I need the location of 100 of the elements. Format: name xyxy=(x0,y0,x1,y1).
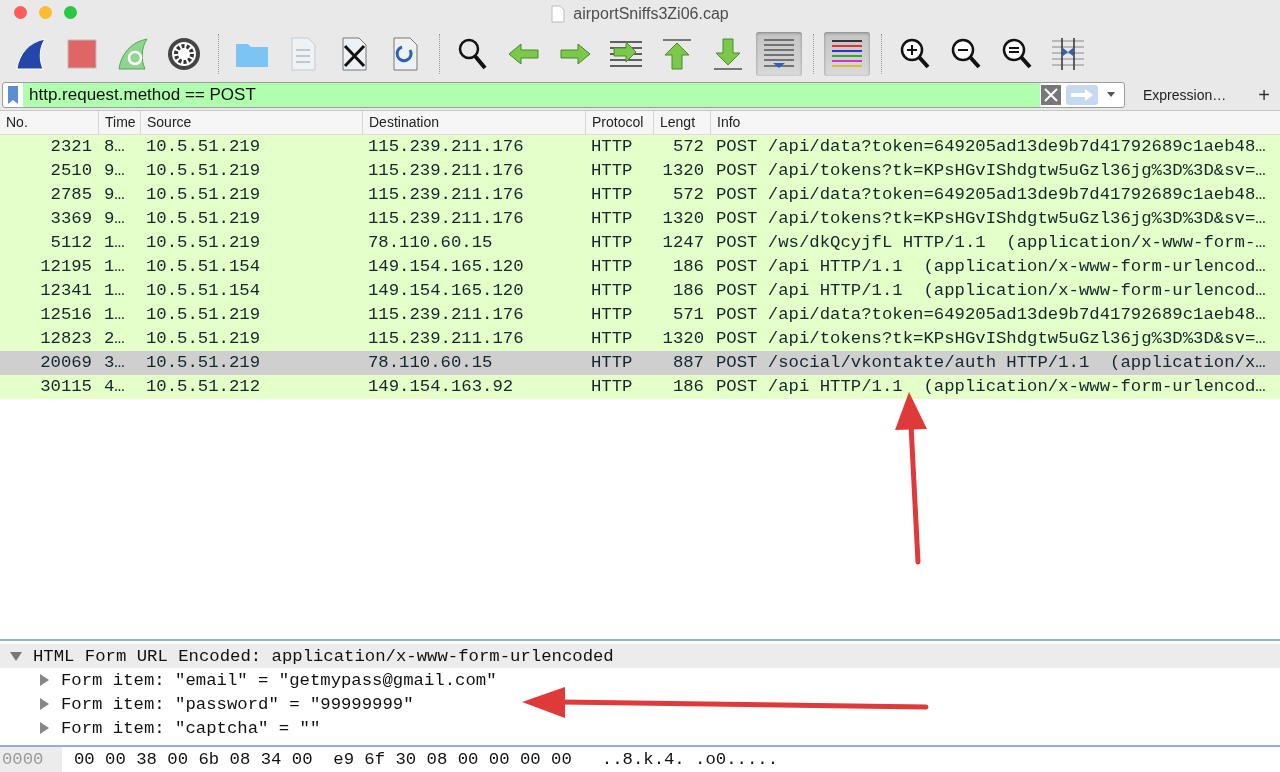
table-cell-text: POST /api/data?token=649205ad13de9b7d41792689c1aeb48… xyxy=(715,184,1267,206)
table-cell-text: 115.239.211.176 xyxy=(367,208,525,230)
packet-row[interactable]: 20069 3… 10.5.51.219 78.110.60.15 HTTP 887 POST /social/vkontakte/auth HTTP/1.1 (application/x… xyxy=(0,351,1280,375)
column-header[interactable]: Lengt xyxy=(653,111,710,134)
packet-row[interactable]: 2785 9… 10.5.51.219 115.239.211.176 HTTP 572 POST /api/data?token=649205ad13de9b7d41792689c1aeb48… xyxy=(0,183,1280,207)
expand-triangle-icon[interactable] xyxy=(38,698,50,710)
table-cell-text: 3… xyxy=(103,352,126,374)
table-cell-text: HTTP xyxy=(590,136,634,158)
table-cell-text: 10.5.51.219 xyxy=(145,304,262,326)
toolbar-button[interactable] xyxy=(824,32,870,76)
table-cell-text: 149.154.165.120 xyxy=(367,256,525,278)
table-cell-text: 887 xyxy=(671,352,705,374)
column-header[interactable]: No. xyxy=(0,111,98,134)
expression-button[interactable]: Expression… xyxy=(1139,85,1231,105)
table-cell-text: 1… xyxy=(103,232,126,254)
table-cell-text: POST /social/vkontakte/auth HTTP/1.1 (application/x… xyxy=(715,352,1267,374)
table-cell-text: 10.5.51.219 xyxy=(145,208,262,230)
table-cell-text: 12341 xyxy=(39,280,93,302)
hex-bytes: 00 00 38 00 6b 08 34 00 e9 6f 30 08 00 00 00 00 xyxy=(74,750,572,769)
table-cell-text: HTTP xyxy=(590,256,634,278)
packet-row[interactable]: 12195 1… 10.5.51.154 149.154.165.120 HTTP 186 POST /api HTTP/1.1 (application/x-www-form-urlencod… xyxy=(0,255,1280,279)
table-cell-text: 1247 xyxy=(661,232,705,254)
table-cell-text: 3369 xyxy=(49,208,93,230)
table-cell-text: 1… xyxy=(103,256,126,278)
table-cell-text: 186 xyxy=(671,376,705,398)
table-cell-text: 149.154.163.92 xyxy=(367,376,515,398)
table-cell-text: 572 xyxy=(671,184,705,206)
tree-row[interactable]: Form item: "email" = "getmypass@gmail.com" xyxy=(0,668,1280,692)
table-cell-text: 2… xyxy=(103,328,126,350)
column-header[interactable]: Info xyxy=(710,111,1280,134)
packet-row[interactable]: 2321 8… 10.5.51.219 115.239.211.176 HTTP 572 POST /api/data?token=649205ad13de9b7d41792689c1aeb48… xyxy=(0,135,1280,159)
add-button[interactable]: + xyxy=(1252,83,1276,107)
table-cell-text: 4… xyxy=(103,376,126,398)
table-cell-text: HTTP xyxy=(590,376,634,398)
packet-row[interactable]: 12341 1… 10.5.51.154 149.154.165.120 HTTP 186 POST /api HTTP/1.1 (application/x-www-form-urlencod… xyxy=(0,279,1280,303)
tree-item-label: Form item: "password" = "99999999" xyxy=(61,694,414,714)
table-cell-text: 115.239.211.176 xyxy=(367,136,525,158)
packet-row[interactable]: 12823 2… 10.5.51.219 115.239.211.176 HTTP 1320 POST /api/tokens?tk=KPsHGvIShdgtw5uGzl36jg%3D%3D&sv=… xyxy=(0,327,1280,351)
table-cell-text: 20069 xyxy=(39,352,93,374)
column-header[interactable]: Protocol xyxy=(585,111,653,134)
table-cell-text: 115.239.211.176 xyxy=(367,184,525,206)
table-cell-text: 10.5.51.154 xyxy=(145,256,262,278)
tree-item-label: HTML Form URL Encoded: application/x-www-form-urlencoded xyxy=(33,646,614,666)
expand-triangle-icon[interactable] xyxy=(38,722,50,734)
table-cell-text: 10.5.51.212 xyxy=(145,376,262,398)
table-cell-text: HTTP xyxy=(590,352,634,374)
packet-row[interactable]: 2510 9… 10.5.51.219 115.239.211.176 HTTP 1320 POST /api/tokens?tk=KPsHGvIShdgtw5uGzl36jg%3D%3D&sv=… xyxy=(0,159,1280,183)
table-cell-text: 149.154.165.120 xyxy=(367,280,525,302)
table-cell-text: 10.5.51.154 xyxy=(145,280,262,302)
table-cell-text: 30115 xyxy=(39,376,93,398)
packet-row[interactable]: 12516 1… 10.5.51.219 115.239.211.176 HTTP 571 POST /api/data?token=649205ad13de9b7d41792689c1aeb48… xyxy=(0,303,1280,327)
table-cell-text: HTTP xyxy=(590,304,634,326)
table-cell-text: POST /api/data?token=649205ad13de9b7d41792689c1aeb48… xyxy=(715,136,1267,158)
table-cell-text: POST /api/tokens?tk=KPsHGvIShdgtw5uGzl36jg%3D%3D&sv=… xyxy=(715,160,1267,182)
display-filter-field[interactable]: http.request.method == POST xyxy=(2,82,1125,108)
table-cell-text: 5112 xyxy=(49,232,93,254)
table-cell-text: 1… xyxy=(103,280,126,302)
restart-icon xyxy=(115,36,151,72)
stop-icon xyxy=(64,36,100,72)
table-cell-text: 9… xyxy=(103,160,126,182)
table-cell-text: HTTP xyxy=(590,184,634,206)
table-cell-text: POST /api/tokens?tk=KPsHGvIShdgtw5uGzl36jg%3D%3D&sv=… xyxy=(715,328,1267,350)
table-cell-text: POST /api/data?token=649205ad13de9b7d41792689c1aeb48… xyxy=(715,304,1267,326)
table-cell-text: 115.239.211.176 xyxy=(367,304,525,326)
packet-row[interactable]: 5112 1… 10.5.51.219 78.110.60.15 HTTP 1247 POST /ws/dkQcyjfL HTTP/1.1 (application/x-www-form-… xyxy=(0,231,1280,255)
table-cell-text: 1… xyxy=(103,304,126,326)
table-cell-text: 9… xyxy=(103,184,126,206)
expand-triangle-icon[interactable] xyxy=(38,674,50,686)
table-cell-text: 12516 xyxy=(39,304,93,326)
table-cell-text: 1320 xyxy=(661,208,705,230)
collapse-triangle-icon[interactable] xyxy=(10,650,22,662)
tree-row[interactable]: Form item: "password" = "99999999" xyxy=(0,692,1280,716)
packet-row[interactable]: 30115 4… 10.5.51.212 149.154.163.92 HTTP 186 POST /api HTTP/1.1 (application/x-www-form-urlencod… xyxy=(0,375,1280,399)
tree-item-label: Form item: "captcha" = "" xyxy=(61,718,321,738)
table-cell-text: 115.239.211.176 xyxy=(367,328,525,350)
clear-icon[interactable] xyxy=(1040,84,1062,106)
table-cell-text: POST /api HTTP/1.1 (application/x-www-form-urlencod… xyxy=(715,256,1267,278)
table-cell-text: 78.110.60.15 xyxy=(367,352,494,374)
table-cell-text: 10.5.51.219 xyxy=(145,232,262,254)
table-cell-text: POST /api/tokens?tk=KPsHGvIShdgtw5uGzl36jg%3D%3D&sv=… xyxy=(715,208,1267,230)
tree-row[interactable]: Form item: "captcha" = "" xyxy=(0,716,1280,740)
document-icon xyxy=(551,5,566,23)
tree-row[interactable]: HTML Form URL Encoded: application/x-www-form-urlencoded xyxy=(0,644,1280,668)
column-header[interactable]: Destination xyxy=(362,111,585,134)
window-title: airportSniffs3Zi06.cap xyxy=(573,5,729,23)
table-cell-text: 12823 xyxy=(39,328,93,350)
table-cell-text: 115.239.211.176 xyxy=(367,160,525,182)
table-cell-text: 1320 xyxy=(661,328,705,350)
table-cell-text: 2321 xyxy=(49,136,93,158)
table-cell-text: HTTP xyxy=(590,232,634,254)
close-window-button[interactable] xyxy=(14,6,27,19)
table-cell-text: HTTP xyxy=(590,160,634,182)
ascii-dump: ..8.k.4. .o0..... xyxy=(601,750,779,769)
column-header[interactable]: Time xyxy=(98,111,140,134)
packet-row[interactable]: 3369 9… 10.5.51.219 115.239.211.176 HTTP 1320 POST /api/tokens?tk=KPsHGvIShdgtw5uGzl36jg%3D%3D&sv=… xyxy=(0,207,1280,231)
table-cell-text: 78.110.60.15 xyxy=(367,232,494,254)
gear-icon xyxy=(166,36,202,72)
table-cell-text: 12195 xyxy=(39,256,93,278)
table-cell-text: 186 xyxy=(671,256,705,278)
column-header[interactable]: Source xyxy=(140,111,362,134)
